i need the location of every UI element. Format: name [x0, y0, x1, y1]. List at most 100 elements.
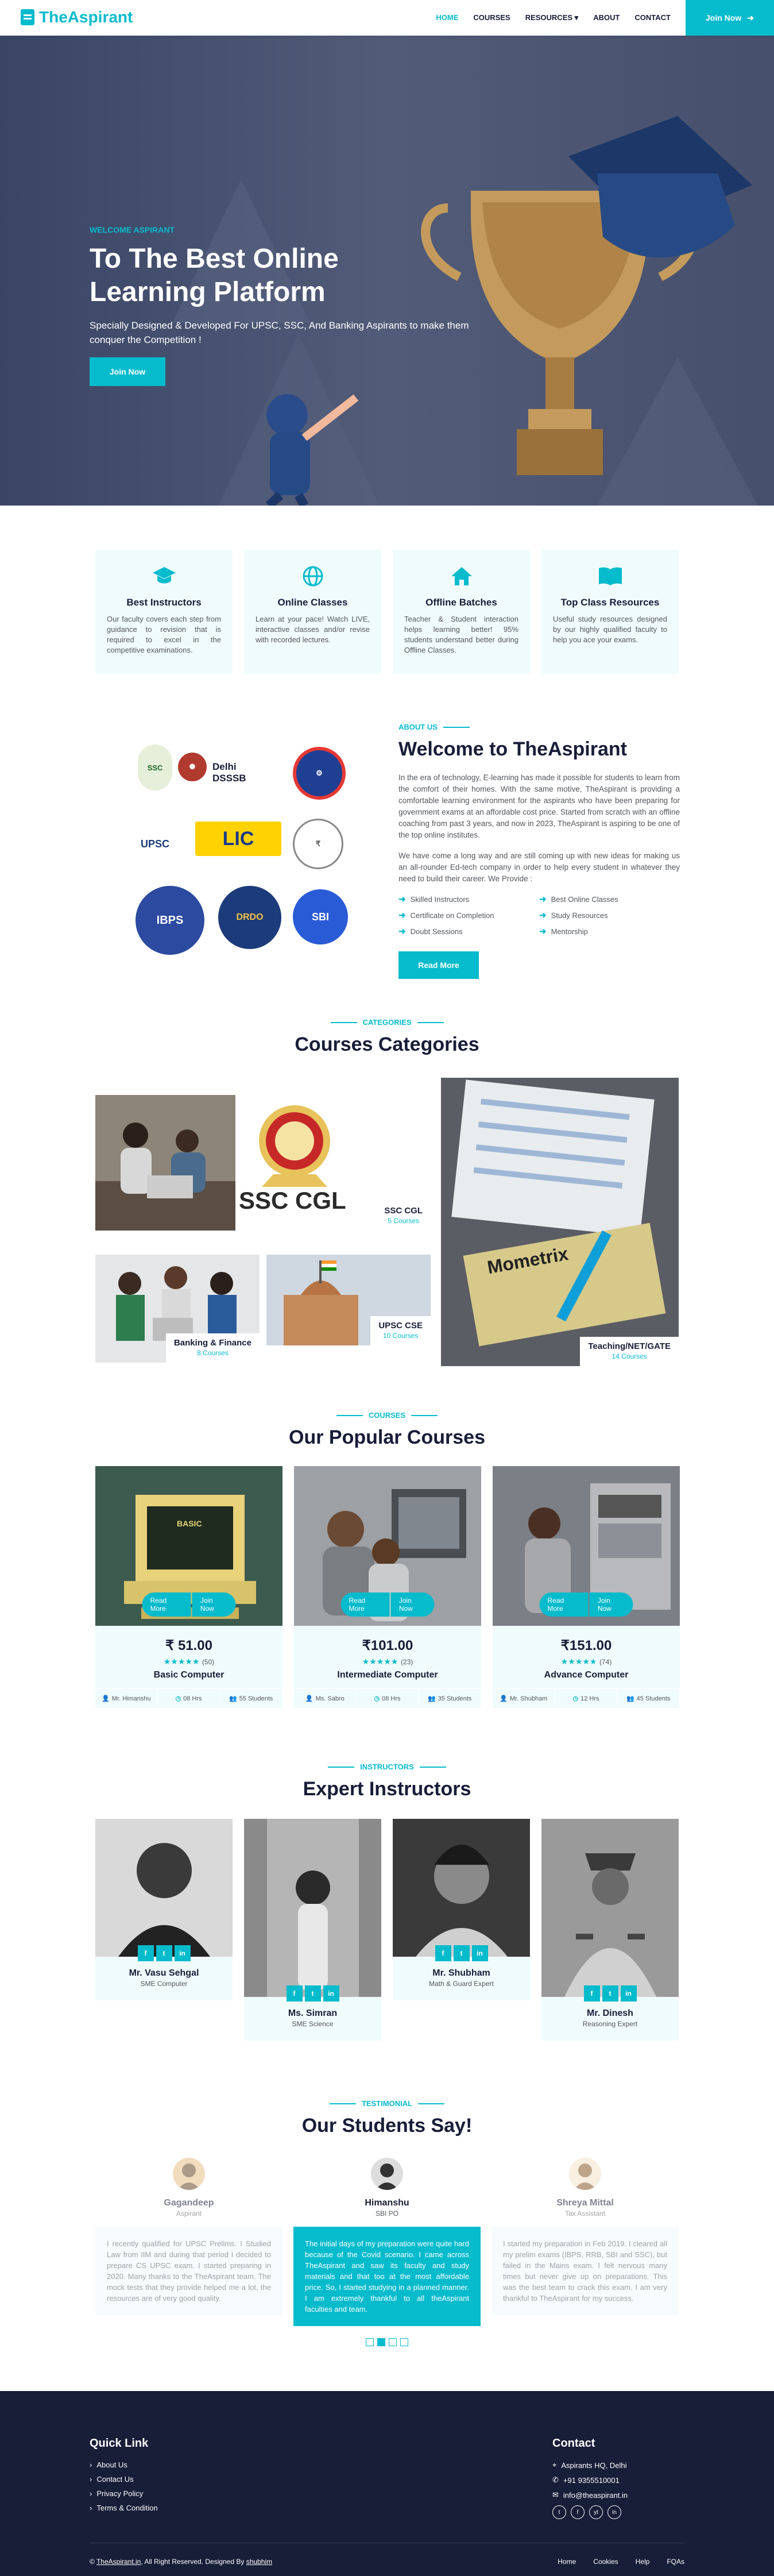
feature-card: Online Classes Learn at your pace! Watch…: [244, 550, 381, 674]
nav-home[interactable]: HOME: [436, 13, 458, 22]
testimonial-card: Himanshu SBI PO The initial days of my p…: [293, 2158, 481, 2326]
footer-help-link[interactable]: Help: [636, 2558, 650, 2566]
footer-cookies-link[interactable]: Cookies: [593, 2558, 618, 2566]
course-card[interactable]: BASIC Read More Join Now ₹ 51.00 ★★★★★ (5…: [95, 1466, 283, 1708]
instagram-icon[interactable]: in: [323, 1985, 339, 2002]
course-instructor: 👤 Mr. Himanshu: [95, 1689, 158, 1708]
course-name: Basic Computer: [153, 1670, 225, 1680]
instructor-info: Ms. Simran SME Science: [244, 2002, 381, 2041]
facebook-icon[interactable]: f: [435, 1945, 451, 1961]
twitter-icon[interactable]: t: [552, 2505, 566, 2519]
student-name: Himanshu: [365, 2198, 409, 2208]
twitter-icon[interactable]: t: [453, 1945, 470, 1961]
users-icon: 👥: [626, 1695, 634, 1702]
nav-about[interactable]: ABOUT: [593, 13, 620, 22]
category-label: Teaching/NET/GATE 14 Courses: [580, 1337, 679, 1366]
feature-title: Offline Batches: [425, 597, 497, 608]
instagram-icon[interactable]: in: [471, 1945, 488, 1961]
list-item: ➜ Certificate on Completion: [398, 911, 494, 920]
phone[interactable]: ✆ +91 9355510001: [552, 2475, 628, 2485]
author-link[interactable]: shubhim: [246, 2558, 272, 2566]
footer-link[interactable]: › About Us: [90, 2461, 158, 2469]
facebook-icon[interactable]: f: [571, 2505, 585, 2519]
category-count: 8 Courses: [197, 1349, 229, 1357]
course-name: Intermediate Computer: [337, 1670, 438, 1680]
carousel-dot[interactable]: [366, 2338, 374, 2346]
join-now-button[interactable]: Join Now: [589, 1592, 633, 1617]
read-more-button[interactable]: Read More: [539, 1592, 589, 1617]
brand-logo[interactable]: TheAspirant: [21, 8, 133, 26]
carousel-dot[interactable]: [400, 2338, 408, 2346]
footer-faq-link[interactable]: FQAs: [667, 2558, 684, 2566]
instructor-name: Mr. Dinesh: [587, 2008, 633, 2018]
star-rating: ★★★★★ (74): [493, 1657, 680, 1667]
carousel-dot[interactable]: [389, 2338, 397, 2346]
instagram-icon[interactable]: in: [174, 1945, 191, 1961]
facebook-icon[interactable]: f: [286, 1985, 303, 2002]
category-photo-students[interactable]: [95, 1095, 235, 1231]
about-read-more-button[interactable]: Read More: [398, 951, 479, 979]
instructor-card: f t in Mr. Vasu Sehgal SME Computer: [95, 1819, 233, 2000]
address: ⌖ Aspirants HQ, Delhi: [552, 2461, 627, 2470]
copyright-text: , All Right Reserved. Designed By: [141, 2558, 246, 2566]
join-now-button[interactable]: Join Now: [192, 1592, 236, 1617]
instructors-subtitle: INSTRUCTORS: [360, 1763, 414, 1771]
instructor-photo: [541, 1819, 679, 1997]
category-upsc[interactable]: UPSC CSE 10 Courses: [266, 1255, 431, 1345]
nav-courses[interactable]: COURSES: [473, 13, 510, 22]
course-card[interactable]: Read More Join Now ₹151.00 ★★★★★ (74) Adv…: [493, 1466, 680, 1708]
footer-link[interactable]: › Contact Us: [90, 2475, 158, 2484]
twitter-icon[interactable]: t: [156, 1945, 172, 1961]
youtube-icon[interactable]: yt: [589, 2505, 603, 2519]
student-role: Aspirant: [176, 2209, 202, 2218]
feature-text: Our faculty covers each step from guidan…: [107, 615, 221, 654]
hero-subtitle: WELCOME ASPIRANT: [90, 225, 175, 234]
read-more-button[interactable]: Read More: [340, 1592, 390, 1617]
twitter-icon[interactable]: t: [304, 1985, 321, 2002]
footer-link[interactable]: › Privacy Policy: [90, 2489, 158, 2498]
courses-subtitle: COURSES: [368, 1411, 406, 1420]
join-now-button[interactable]: Join Now ➜: [686, 0, 774, 36]
course-price: ₹ 51.00: [165, 1638, 212, 1653]
course-card[interactable]: Read More Join Now ₹101.00 ★★★★★ (23) Int…: [294, 1466, 482, 1708]
section-subtitle: ABOUT US: [398, 723, 680, 731]
quick-links: Quick Link › About Us › Contact Us › Privac…: [90, 2437, 158, 2518]
feature-title: Best Instructors: [126, 597, 202, 608]
footer-home-link[interactable]: Home: [558, 2558, 576, 2566]
users-icon: 👥: [427, 1695, 436, 1702]
nav-contact[interactable]: CONTACT: [634, 13, 671, 22]
arrow-right-icon: ➜: [398, 927, 406, 936]
hero-title: To The Best Online Learning Platform: [90, 244, 339, 307]
course-image: BASIC Read More Join Now: [95, 1466, 282, 1626]
about-section: ABOUT US Welcome to TheAspirant In the e…: [398, 723, 680, 979]
facebook-icon[interactable]: f: [137, 1945, 154, 1961]
read-more-button[interactable]: Read More: [142, 1592, 191, 1617]
twitter-icon[interactable]: t: [602, 1985, 618, 2002]
stars: ★★★★★: [560, 1657, 597, 1667]
email[interactable]: ✉ info@theaspirant.in: [552, 2490, 628, 2500]
category-teaching[interactable]: Mometrix Teaching/NET/GATE 14 Courses: [441, 1078, 679, 1366]
carousel-dot[interactable]: [377, 2338, 385, 2346]
linkedin-icon[interactable]: in: [607, 2505, 621, 2519]
nav-resources[interactable]: RESOURCES ▾: [525, 13, 579, 22]
site-link[interactable]: TheAspirant.in: [96, 2558, 141, 2566]
instructors-title: Expert Instructors: [303, 1778, 471, 1800]
social-links: f t in: [434, 1945, 489, 1961]
epfo-logo: ⚙: [293, 747, 346, 800]
stars: ★★★★★: [163, 1657, 200, 1667]
facebook-icon[interactable]: f: [583, 1985, 600, 2002]
dsssb-logo: Delhi DSSSB: [212, 753, 258, 793]
arrow-right-icon: ➜: [539, 927, 547, 936]
about-paragraph: In the era of technology, E-learning has…: [398, 773, 680, 839]
join-now-button[interactable]: Join Now: [390, 1592, 435, 1617]
instructor-role: Math & Guard Expert: [429, 1980, 494, 1988]
star-rating: ★★★★★ (50): [95, 1657, 282, 1667]
list-item: ➜ Doubt Sessions: [398, 927, 463, 936]
category-ssc-cgl[interactable]: SSC CGL SSC CGL 5 Courses: [239, 1095, 431, 1231]
avatar: [371, 2158, 403, 2190]
category-banking[interactable]: Banking & Finance 8 Courses: [95, 1255, 260, 1363]
hero-join-button[interactable]: Join Now: [90, 357, 165, 386]
instagram-icon[interactable]: in: [620, 1985, 637, 2002]
footer-link[interactable]: › Terms & Condition: [90, 2504, 158, 2512]
course-actions: Read More Join Now: [539, 1592, 633, 1617]
